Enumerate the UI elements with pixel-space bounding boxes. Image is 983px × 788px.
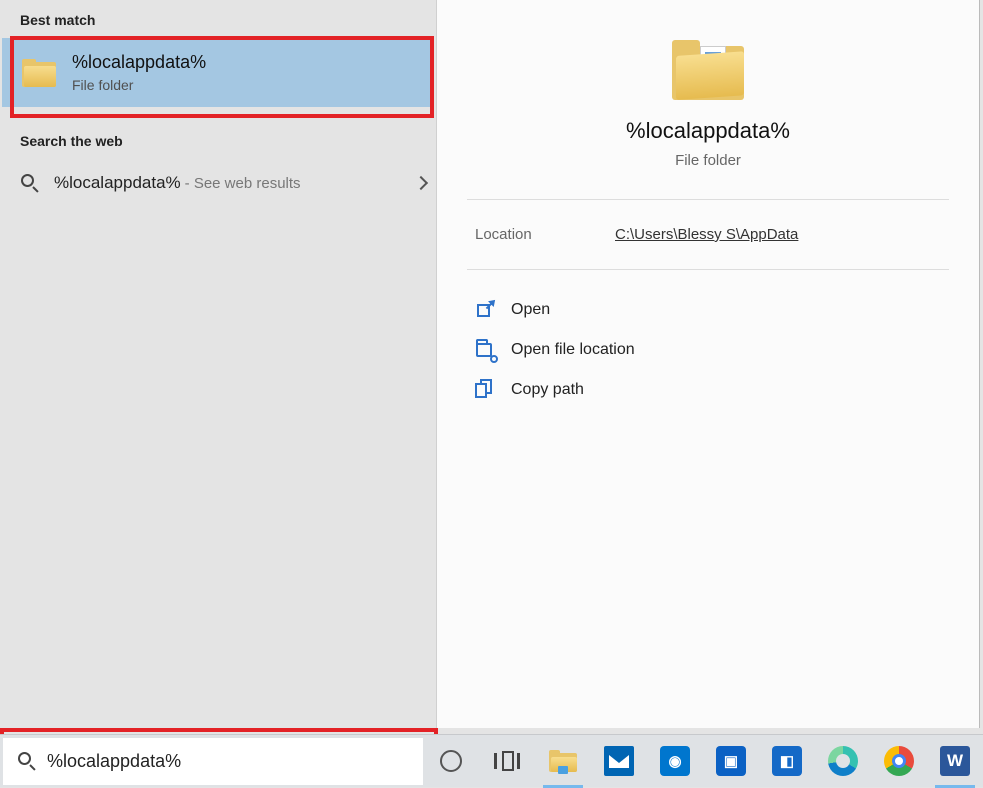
search-icon <box>17 751 37 771</box>
actions-list: Open Open file location Copy path <box>467 270 949 430</box>
web-result-text: %localappdata% <box>54 173 181 193</box>
mail-icon <box>604 746 634 776</box>
search-results-flyout: Best match %localappdata% File folder Se… <box>0 0 980 728</box>
copy-icon <box>475 380 495 400</box>
chrome-taskbar-button[interactable] <box>871 735 927 788</box>
task-view-button[interactable] <box>479 735 535 788</box>
file-explorer-taskbar-button[interactable] <box>535 735 591 788</box>
preview-subtitle: File folder <box>467 152 949 169</box>
best-match-subtitle: File folder <box>72 77 206 93</box>
folder-icon <box>22 59 56 87</box>
taskbar: ◉ ▣ ◧ W <box>0 734 983 787</box>
open-label: Open <box>511 301 550 319</box>
best-match-result[interactable]: %localappdata% File folder <box>2 38 434 107</box>
open-file-location-action[interactable]: Open file location <box>467 330 949 370</box>
best-match-title: %localappdata% <box>72 52 206 73</box>
copy-path-label: Copy path <box>511 381 584 399</box>
file-explorer-icon <box>549 750 577 772</box>
app-taskbar-button[interactable]: ◧ <box>759 735 815 788</box>
cortana-icon <box>440 750 462 772</box>
folder-icon <box>672 40 744 100</box>
results-left-pane: Best match %localappdata% File folder Se… <box>0 0 436 728</box>
word-icon: W <box>940 746 970 776</box>
open-location-icon <box>475 340 495 360</box>
preview-header: %localappdata% File folder <box>467 40 949 200</box>
dell-app-taskbar-button[interactable]: ◉ <box>647 735 703 788</box>
dell-icon: ◉ <box>660 746 690 776</box>
copy-path-action[interactable]: Copy path <box>467 370 949 410</box>
word-taskbar-button[interactable]: W <box>927 735 983 788</box>
task-view-icon <box>494 751 520 771</box>
best-match-heading: Best match <box>0 0 436 38</box>
location-label: Location <box>475 226 615 243</box>
open-location-label: Open file location <box>511 341 635 359</box>
search-web-heading: Search the web <box>0 121 436 159</box>
taskbar-search-input[interactable] <box>47 751 423 772</box>
store-taskbar-button[interactable]: ▣ <box>703 735 759 788</box>
search-icon <box>20 173 40 193</box>
open-icon <box>475 300 495 320</box>
web-result-suffix: - See web results <box>185 175 301 192</box>
chrome-icon <box>884 746 914 776</box>
store-icon: ▣ <box>716 746 746 776</box>
web-search-result[interactable]: %localappdata% - See web results <box>0 159 436 207</box>
location-path-link[interactable]: C:\Users\Blessy S\AppData <box>615 226 798 243</box>
taskbar-search-box[interactable] <box>3 738 423 785</box>
chevron-right-icon <box>414 176 428 190</box>
open-action[interactable]: Open <box>467 290 949 330</box>
mail-taskbar-button[interactable] <box>591 735 647 788</box>
edge-icon <box>828 746 858 776</box>
location-row: Location C:\Users\Blessy S\AppData <box>467 200 949 270</box>
best-match-text: %localappdata% File folder <box>72 52 206 93</box>
taskbar-items: ◉ ▣ ◧ W <box>423 735 983 787</box>
preview-title: %localappdata% <box>467 118 949 144</box>
preview-pane: %localappdata% File folder Location C:\U… <box>436 0 979 728</box>
app-icon: ◧ <box>772 746 802 776</box>
cortana-button[interactable] <box>423 735 479 788</box>
edge-taskbar-button[interactable] <box>815 735 871 788</box>
